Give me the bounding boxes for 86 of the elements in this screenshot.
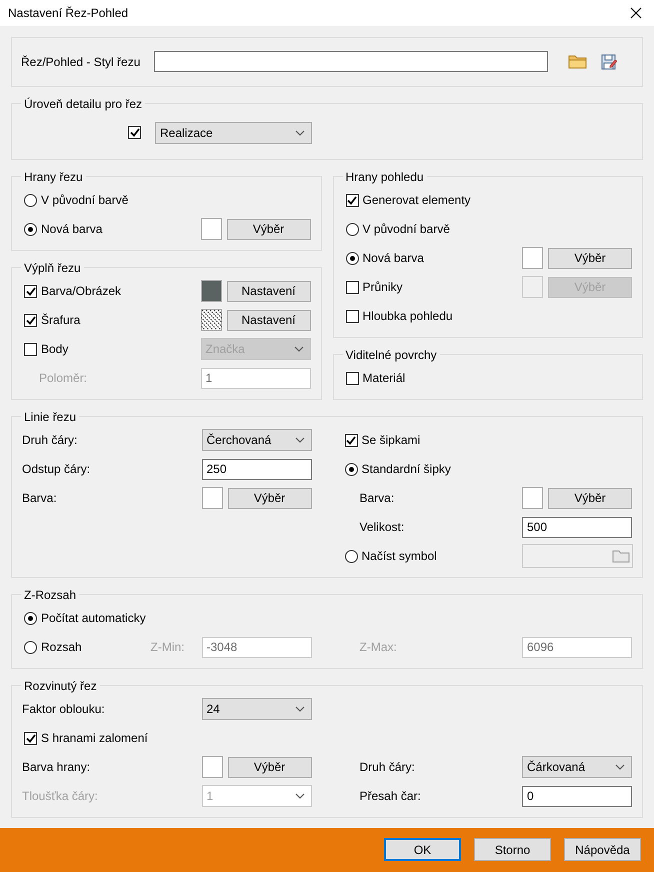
option-label: V původní barvě	[362, 222, 450, 236]
select-button[interactable]: Nastavení	[226, 280, 310, 302]
chevron-icon	[615, 764, 625, 770]
chevron-icon	[294, 706, 304, 712]
group-title: Hrany pohledu	[344, 170, 425, 184]
chevron-icon	[294, 793, 304, 800]
field-label: Odstup čáry:	[22, 462, 90, 476]
chevron-icon	[295, 130, 305, 136]
checkbox[interactable]	[346, 310, 358, 323]
option-label: Hloubka pohledu	[362, 309, 453, 324]
input-field[interactable]	[154, 51, 548, 72]
settings-button[interactable]: Nastavení	[226, 310, 310, 331]
field-label: Z-Max:	[360, 640, 397, 654]
checkbox[interactable]	[344, 434, 358, 447]
option-label: Šrafura	[41, 313, 80, 328]
group-title: Výplň řezu	[23, 260, 82, 275]
field-label: Poloměr:	[39, 371, 88, 386]
checkbox[interactable]	[346, 372, 358, 385]
checkbox[interactable]	[24, 284, 37, 298]
radio-button[interactable]	[346, 252, 358, 265]
radio-button[interactable]	[344, 550, 358, 563]
field-label: Řez/Pohled - Styl řezu	[21, 54, 142, 69]
dropdown[interactable]: Čárkovaná	[522, 756, 632, 778]
dropdown[interactable]: Realizace	[155, 122, 312, 144]
dialog-button[interactable]: OK	[384, 838, 461, 862]
option-label: Rozsah	[41, 640, 82, 654]
option-label: Nová barva	[362, 251, 424, 266]
select-button[interactable]: Výběr	[228, 488, 312, 509]
checkbox[interactable]	[346, 194, 358, 207]
option-label: Průniky	[362, 280, 403, 294]
select-button[interactable]: Výběr	[226, 218, 310, 240]
folder-icon[interactable]	[568, 54, 587, 70]
select-button[interactable]: Výběr	[548, 248, 632, 269]
field-label: Přesah čar:	[360, 789, 421, 804]
field-label: Barva:	[360, 491, 394, 506]
group-title: Úroveň detailu pro řez	[23, 96, 144, 111]
field-label: Velikost:	[360, 520, 404, 534]
radio-button[interactable]	[24, 640, 37, 654]
save-icon[interactable]	[601, 54, 617, 70]
group-title: Viditelné povrchy	[344, 348, 438, 362]
hatch-swatch-icon	[200, 309, 222, 332]
field-label: Z-Min:	[150, 640, 184, 654]
radio-button[interactable]	[346, 222, 358, 236]
chevron-icon	[294, 437, 304, 444]
select-button[interactable]: Výběr	[228, 756, 312, 778]
input-field[interactable]: 0	[522, 786, 632, 807]
checkbox[interactable]	[24, 342, 37, 356]
field-label: Druh čáry:	[360, 760, 415, 774]
group-title: Hrany řezu	[23, 170, 84, 184]
group-title: Linie řezu	[23, 410, 78, 424]
group-title: Rozvinutý řez	[23, 678, 98, 693]
input-field[interactable]: 250	[202, 458, 312, 480]
field-label: Barva:	[22, 491, 57, 506]
dropdown[interactable]: 24	[202, 698, 312, 720]
select-button[interactable]: Výběr	[548, 488, 632, 509]
group-title: Z-Rozsah	[23, 588, 78, 602]
option-label: Generovat elementy	[362, 193, 471, 208]
input-field[interactable]: 500	[522, 516, 632, 538]
field-label: Barva hrany:	[22, 760, 90, 774]
option-label: Barva/Obrázek	[41, 284, 122, 298]
dialog-button[interactable]: Nápověda	[564, 838, 641, 862]
field-label: Druh čáry:	[22, 433, 78, 448]
dialog-button[interactable]: Storno	[474, 838, 551, 862]
field-label: Tloušťka čáry:	[22, 789, 98, 804]
option-label: Se šipkami	[362, 433, 420, 448]
radio-button[interactable]	[24, 222, 37, 236]
option-label: Počítat automaticky	[41, 611, 146, 626]
close-icon[interactable]	[630, 6, 642, 19]
chevron-icon	[294, 346, 304, 352]
option-label: Materiál	[362, 371, 406, 386]
radio-button[interactable]	[24, 194, 37, 207]
option-label: Body	[41, 342, 68, 356]
option-label: S hranami zalomení	[41, 731, 148, 746]
option-label: V původní barvě	[41, 193, 128, 208]
field-label: Faktor oblouku:	[22, 702, 105, 716]
radio-button[interactable]	[344, 462, 358, 476]
checkbox[interactable]	[128, 126, 141, 140]
option-label: Standardní šipky	[362, 462, 451, 476]
checkbox[interactable]	[24, 732, 37, 745]
option-label: Načíst symbol	[362, 549, 437, 564]
checkbox[interactable]	[346, 280, 358, 294]
dropdown[interactable]: Čerchovaná	[202, 429, 312, 452]
window-title: Nastavení Řez-Pohled	[8, 6, 128, 20]
option-label: Nová barva	[41, 222, 102, 236]
checkbox[interactable]	[24, 314, 37, 327]
radio-button[interactable]	[24, 612, 37, 625]
